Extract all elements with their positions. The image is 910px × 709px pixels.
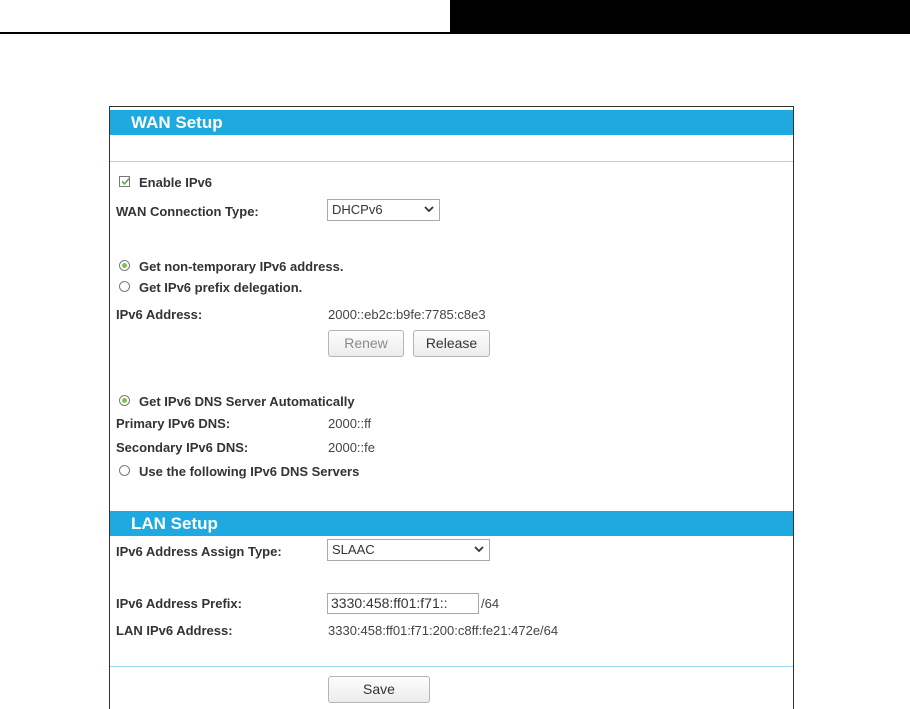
top-black-bar — [450, 0, 910, 34]
ipv6-settings-panel: WAN Setup Enable IPv6 WAN Connection Typ… — [109, 106, 794, 709]
dns-auto-label: Get IPv6 DNS Server Automatically — [139, 394, 355, 409]
dns-auto-radio[interactable] — [119, 395, 130, 406]
enable-ipv6-label: Enable IPv6 — [139, 175, 212, 190]
assign-type-value: SLAAC — [332, 542, 375, 557]
save-button[interactable]: Save — [328, 676, 430, 703]
dns-manual-radio[interactable] — [119, 465, 130, 476]
wan-divider — [110, 161, 793, 162]
dns-manual-label: Use the following IPv6 DNS Servers — [139, 464, 360, 479]
prefix-delegation-label: Get IPv6 prefix delegation. — [139, 280, 303, 295]
check-icon — [121, 177, 131, 186]
wan-setup-header: WAN Setup — [110, 110, 793, 135]
secondary-dns-label: Secondary IPv6 DNS: — [116, 440, 249, 455]
non-temporary-address-label: Get non-temporary IPv6 address. — [139, 259, 344, 274]
chevron-down-icon — [469, 540, 489, 560]
primary-dns-value: 2000::ff — [328, 416, 372, 431]
wan-connection-type-select[interactable]: DHCPv6 — [327, 199, 440, 221]
wan-connection-type-value: DHCPv6 — [332, 202, 383, 217]
non-temporary-address-radio[interactable] — [119, 260, 130, 271]
address-prefix-label: IPv6 Address Prefix: — [116, 596, 242, 611]
address-prefix-input[interactable]: 3330:458:ff01:f71:: — [327, 593, 479, 614]
lan-ipv6-address-label: LAN IPv6 Address: — [116, 623, 233, 638]
secondary-dns-value: 2000::fe — [328, 440, 375, 455]
assign-type-label: IPv6 Address Assign Type: — [116, 544, 282, 559]
chevron-down-icon — [419, 200, 439, 220]
ipv6-address-value: 2000::eb2c:b9fe:7785:c8e3 — [328, 307, 486, 322]
ipv6-address-label: IPv6 Address: — [116, 307, 203, 322]
renew-button[interactable]: Renew — [328, 330, 404, 357]
footer-divider — [110, 666, 793, 667]
assign-type-select[interactable]: SLAAC — [327, 539, 490, 561]
prefix-delegation-radio[interactable] — [119, 281, 130, 292]
release-button[interactable]: Release — [413, 330, 490, 357]
lan-setup-header: LAN Setup — [110, 511, 793, 536]
lan-ipv6-address-value: 3330:458:ff01:f71:200:c8ff:fe21:472e/64 — [328, 623, 559, 638]
enable-ipv6-checkbox[interactable] — [119, 176, 131, 187]
primary-dns-label: Primary IPv6 DNS: — [116, 416, 231, 431]
prefix-length-suffix: /64 — [481, 596, 500, 611]
top-rule — [0, 32, 452, 34]
wan-connection-type-label: WAN Connection Type: — [116, 204, 259, 219]
